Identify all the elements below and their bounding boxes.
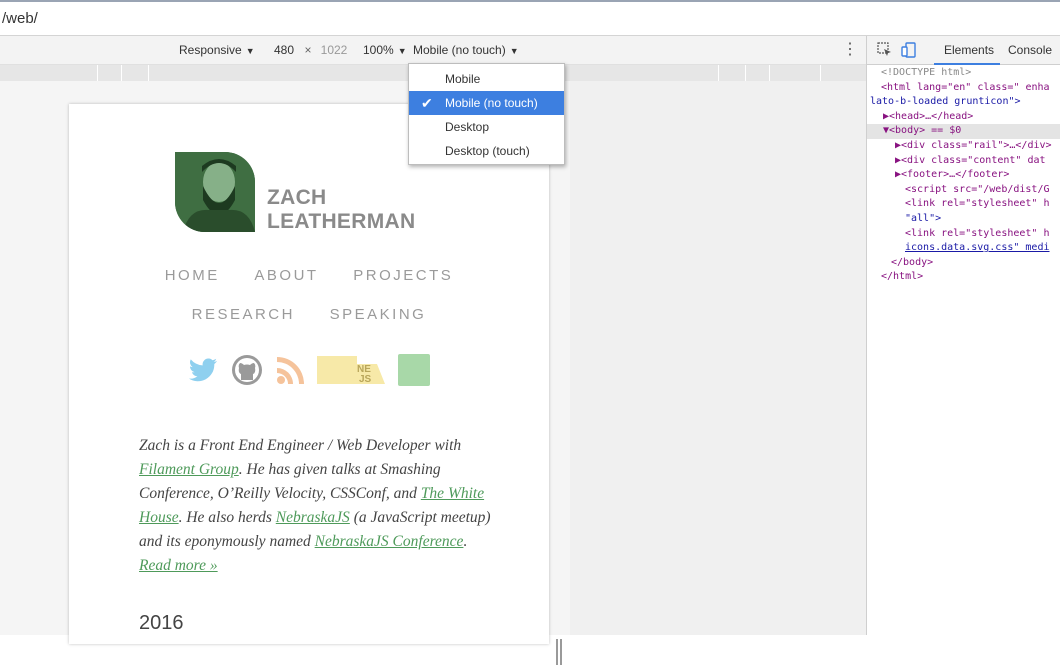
dom-line[interactable]: "all"> — [867, 212, 1060, 227]
site-title-line2: LEATHERMAN — [267, 210, 416, 233]
ruler-segment[interactable] — [121, 65, 122, 81]
bio-text: Zach is a Front End Engineer / Web Devel… — [139, 437, 462, 454]
nav-about[interactable]: ABOUT — [254, 267, 318, 284]
avatar[interactable] — [175, 152, 255, 232]
link-nebraskajs[interactable]: NebraskaJS — [276, 509, 350, 526]
caret-down-icon: ▼ — [245, 46, 255, 56]
dom-line[interactable]: <script src="/web/dist/G — [867, 183, 1060, 198]
zoom-label: 100% — [363, 43, 394, 57]
menu-item-mobile-no-touch[interactable]: ✔ Mobile (no touch) — [409, 91, 564, 115]
ruler-segment[interactable] — [820, 65, 821, 81]
device-mode-select[interactable]: Responsive ▼ — [179, 43, 255, 57]
dom-line[interactable]: <link rel="stylesheet" h — [867, 197, 1060, 212]
avatar-portrait — [175, 152, 255, 232]
bio-text: . — [463, 533, 468, 550]
filament-icon[interactable] — [397, 354, 431, 389]
dom-line[interactable]: </html> — [867, 270, 1060, 285]
ruler-segment[interactable] — [718, 65, 719, 81]
dom-line[interactable]: ▶<div class="rail">…</div> — [867, 139, 1060, 154]
dom-line[interactable]: ▶<footer>…</footer> — [867, 168, 1060, 183]
ruler-segment[interactable] — [148, 65, 149, 81]
address-bar[interactable]: /web/ — [0, 0, 1060, 36]
height-input[interactable]: 1022 — [316, 40, 352, 60]
device-type-menu: Mobile ✔ Mobile (no touch) Desktop Deskto… — [408, 63, 565, 165]
site-nav-row-2: RESEARCH SPEAKING — [69, 306, 549, 323]
tab-console[interactable]: Console — [1008, 43, 1052, 57]
dom-line[interactable]: <link rel="stylesheet" h — [867, 227, 1060, 242]
ruler-segment[interactable] — [769, 65, 770, 81]
inspect-element-icon[interactable] — [877, 42, 893, 58]
zoom-select[interactable]: 100% ▼ — [363, 43, 407, 57]
dom-line[interactable]: icons.data.svg.css" medi — [867, 241, 1060, 256]
nav-home[interactable]: HOME — [165, 267, 220, 284]
ruler-segment[interactable] — [97, 65, 98, 81]
dom-tree: <!DOCTYPE html> <html lang="en" class=" … — [867, 66, 1060, 285]
tab-elements[interactable]: Elements — [933, 43, 1001, 65]
throttle-select[interactable]: Mobile (no touch) ▼ — [413, 43, 519, 57]
viewport-area: Responsive ▼ 480 × 1022 100% ▼ Mobile (no … — [0, 36, 866, 665]
site-nav-row-1: HOME ABOUT PROJECTS — [69, 267, 549, 284]
menu-item-mobile[interactable]: Mobile — [409, 67, 564, 91]
caret-down-icon: ▼ — [509, 46, 519, 56]
github-icon[interactable] — [231, 354, 263, 389]
width-input[interactable]: 480 — [268, 40, 300, 60]
nebraskajs-icon[interactable]: NE JS — [317, 354, 385, 389]
site-title-line1: ZACH — [267, 186, 327, 209]
devtools-panel: Elements Console <!DOCTYPE html> <html l… — [866, 36, 1060, 635]
bio-paragraph: Zach is a Front End Engineer / Web Devel… — [139, 434, 509, 578]
dom-line[interactable]: ▶<div class="content" dat — [867, 154, 1060, 169]
device-toggle-icon[interactable] — [901, 42, 917, 58]
dimension-separator: × — [304, 43, 312, 57]
caret-down-icon: ▼ — [397, 46, 407, 56]
svg-text:JS: JS — [359, 374, 372, 385]
menu-item-desktop-touch[interactable]: Desktop (touch) — [409, 139, 564, 163]
nav-research[interactable]: RESEARCH — [192, 306, 295, 323]
dom-line-selected[interactable]: ▼<body> == $0 — [867, 124, 1060, 139]
device-mode-label: Responsive — [179, 43, 242, 57]
site-title[interactable]: ZACH LEATHERMAN — [267, 186, 415, 234]
device-toolbar: Responsive ▼ 480 × 1022 100% ▼ Mobile (no … — [0, 36, 866, 65]
dom-line[interactable]: </body> — [867, 256, 1060, 271]
emulated-page: ZACH LEATHERMAN HOME ABOUT PROJECTS RESE… — [69, 104, 549, 644]
checkmark-icon: ✔ — [421, 95, 433, 111]
link-nebraskajs-conference[interactable]: NebraskaJS Conference — [315, 533, 464, 550]
throttle-label: Mobile (no touch) — [413, 43, 506, 57]
nav-projects[interactable]: PROJECTS — [353, 267, 453, 284]
dom-line[interactable]: lato-b-loaded grunticon"> — [867, 95, 1060, 110]
url-text[interactable]: /web/ — [2, 10, 38, 27]
ruler-segment[interactable] — [745, 65, 746, 81]
read-more-link[interactable]: Read more » — [139, 557, 218, 574]
twitter-icon[interactable] — [187, 354, 219, 389]
rss-icon[interactable] — [275, 354, 307, 389]
bio-text: . He also herds — [178, 509, 276, 526]
menu-item-desktop[interactable]: Desktop — [409, 115, 564, 139]
dom-line[interactable]: <html lang="en" class=" enha — [867, 81, 1060, 96]
nav-speaking[interactable]: SPEAKING — [330, 306, 427, 323]
resize-handle[interactable] — [556, 639, 564, 665]
devtools-toolbar: Elements Console — [867, 36, 1060, 65]
dom-line[interactable]: ▶<head>…</head> — [867, 110, 1060, 125]
more-options-icon[interactable]: ⋮ — [842, 40, 858, 60]
dom-line[interactable]: <!DOCTYPE html> — [867, 66, 1060, 81]
link-filament-group[interactable]: Filament Group — [139, 461, 239, 478]
year-heading: 2016 — [139, 612, 184, 634]
